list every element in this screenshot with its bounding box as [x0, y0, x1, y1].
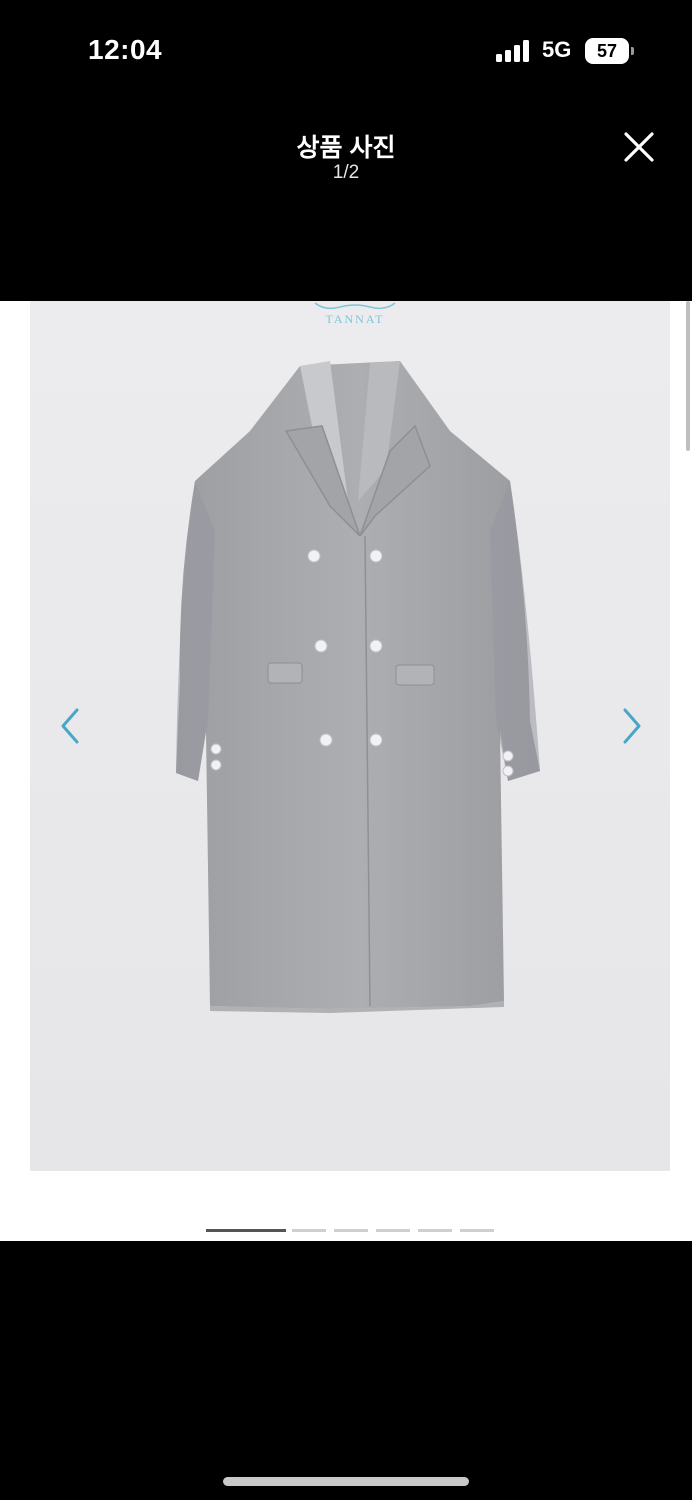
battery-icon: 57 [585, 38, 635, 64]
pager-dot[interactable] [418, 1229, 452, 1232]
pager-dot[interactable] [460, 1229, 494, 1232]
pager-dot[interactable] [376, 1229, 410, 1232]
cellular-signal-icon [496, 40, 529, 62]
status-bar: 12:04 5G 57 [0, 0, 692, 100]
pager-dot[interactable] [334, 1229, 368, 1232]
pager-dot[interactable] [292, 1229, 326, 1232]
viewer-header: 상품 사진 1/2 [0, 100, 692, 300]
viewer-title: 상품 사진 [296, 134, 396, 162]
scrollbar[interactable] [686, 301, 690, 451]
photo-viewer[interactable]: TANNAT [0, 301, 692, 1241]
close-icon[interactable] [614, 122, 664, 172]
home-indicator[interactable] [223, 1477, 469, 1486]
photo-counter: 1/2 [332, 162, 360, 183]
svg-text:TANNAT: TANNAT [325, 312, 384, 326]
pager-dot[interactable] [206, 1229, 286, 1232]
coat-image [30, 301, 670, 1171]
brand-logo: TANNAT [314, 302, 396, 326]
chevron-left-icon[interactable] [57, 706, 83, 746]
battery-level: 57 [596, 41, 618, 61]
status-time: 12:04 [88, 34, 163, 65]
product-photo[interactable]: TANNAT [30, 301, 670, 1171]
chevron-right-icon[interactable] [619, 706, 645, 746]
network-type: 5G [542, 37, 572, 62]
